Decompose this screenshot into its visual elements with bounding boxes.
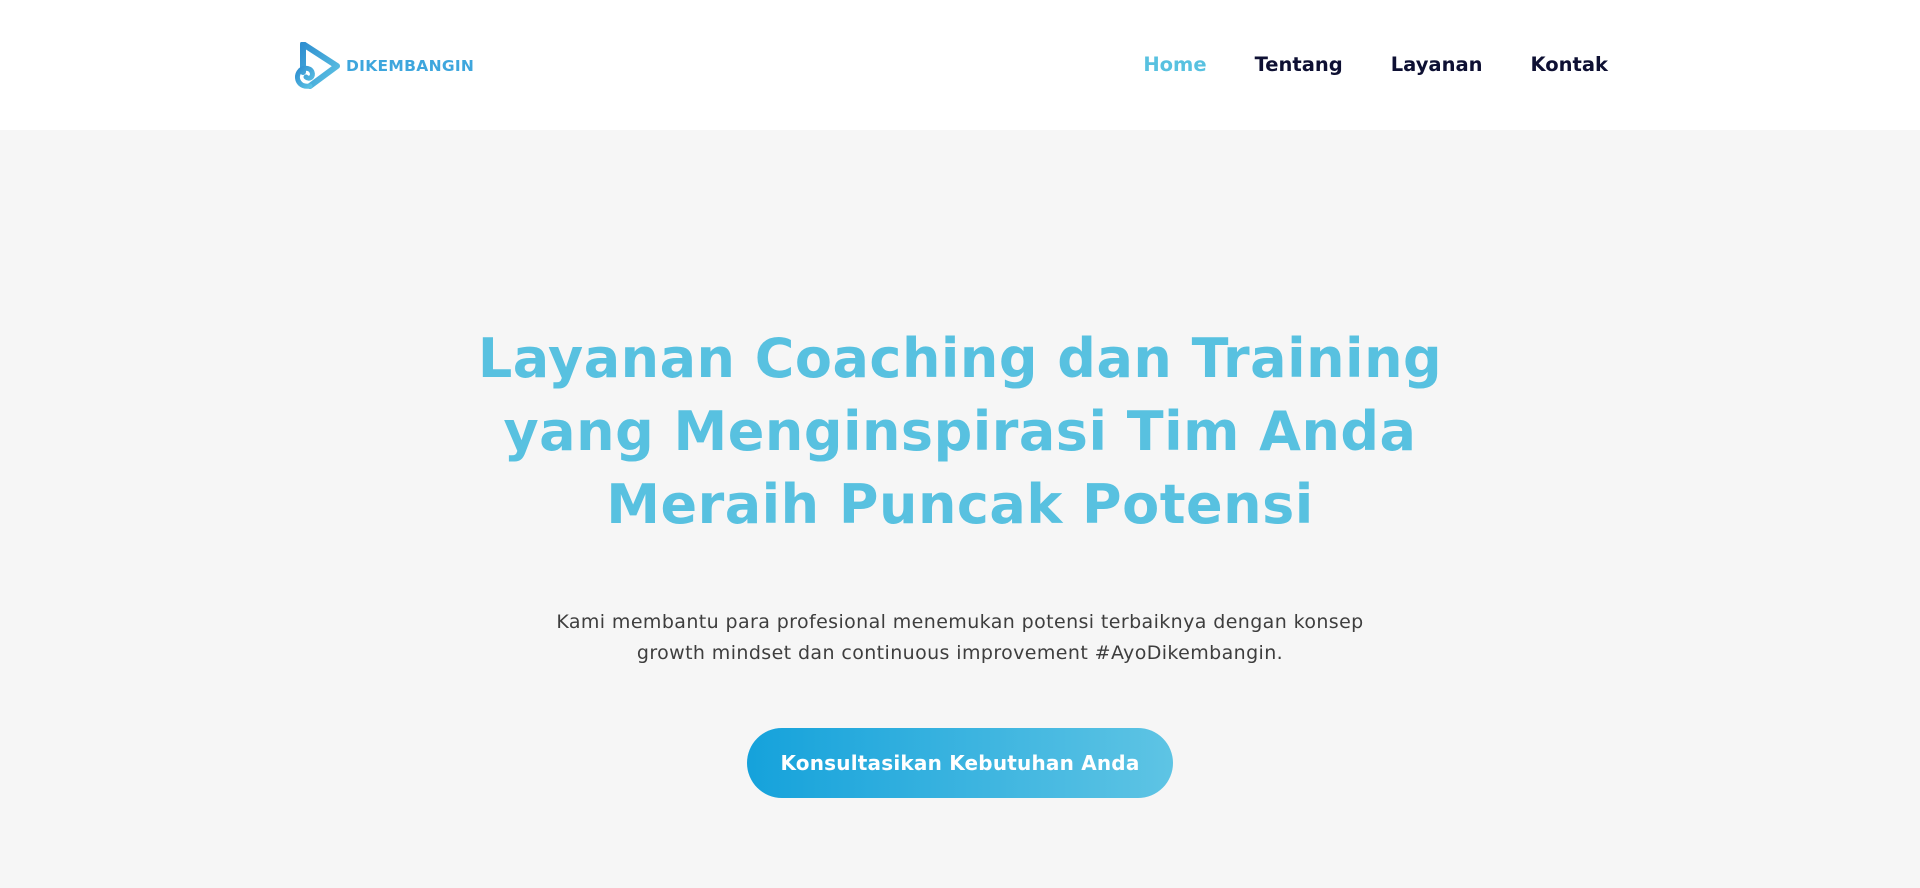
play-swirl-logo-icon [295, 42, 340, 89]
hero-section: Layanan Coaching dan Training yang Mengi… [0, 130, 1920, 888]
hero-title-line: Layanan Coaching dan Training [477, 327, 1443, 390]
nav-item-home[interactable]: Home [1143, 52, 1206, 78]
nav-item-layanan[interactable]: Layanan [1391, 52, 1483, 78]
hero-subtitle: Kami membantu para profesional menemukan… [460, 607, 1460, 669]
nav-item-kontak[interactable]: Kontak [1531, 52, 1609, 78]
hero-title-line: Meraih Puncak Potensi [606, 473, 1314, 536]
brand-name: DIKEMBANGIN [346, 57, 475, 75]
consult-cta-button[interactable]: Konsultasikan Kebutuhan Anda [747, 728, 1173, 798]
site-header: DIKEMBANGIN Home Tentang Layanan Kontak [0, 0, 1920, 130]
brand-logo-link[interactable]: DIKEMBANGIN [294, 42, 474, 90]
hero-subtitle-line: growth mindset dan continuous improvemen… [636, 642, 1284, 664]
main-nav: Home Tentang Layanan Kontak [1143, 52, 1608, 78]
hero-title-line: yang Menginspirasi Tim Anda [503, 400, 1417, 463]
hero-subtitle-line: Kami membantu para profesional menemukan… [556, 611, 1364, 633]
nav-item-tentang[interactable]: Tentang [1255, 52, 1343, 78]
hero-title: Layanan Coaching dan Training yang Mengi… [360, 322, 1560, 541]
